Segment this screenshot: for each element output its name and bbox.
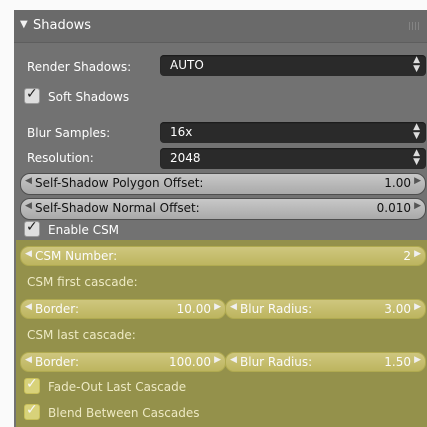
checkmark-icon: ✓	[26, 86, 38, 102]
render-shadows-value: AUTO	[170, 58, 204, 72]
decrement-arrow-icon[interactable]: ◀	[25, 201, 32, 211]
border-value: 10.00	[176, 302, 211, 316]
first-cascade-heading: CSM first cascade:	[27, 275, 138, 289]
polygon-offset-value: 1.00	[384, 176, 411, 190]
decrement-arrow-icon[interactable]: ◀	[25, 355, 32, 365]
csm-number-field[interactable]: ◀ CSM Number: 2 ▶	[20, 246, 426, 266]
updown-arrow-icon: ▲ ▼	[413, 148, 420, 167]
enable-csm-checkbox[interactable]: ✓	[24, 219, 40, 237]
enable-csm-label: Enable CSM	[48, 223, 120, 237]
checkmark-icon: ✓	[26, 402, 38, 418]
csm-number-label: CSM Number:	[35, 249, 118, 263]
decrement-arrow-icon[interactable]: ◀	[25, 176, 32, 186]
triangle-down-icon[interactable]: ▼	[20, 19, 28, 30]
soft-shadows-label: Soft Shadows	[48, 90, 130, 104]
first-cascade-border-field[interactable]: ◀ Border: 10.00 ▶	[20, 299, 226, 319]
blur-radius-label: Blur Radius:	[240, 302, 313, 316]
blend-checkbox[interactable]: ✓	[24, 402, 40, 420]
increment-arrow-icon[interactable]: ▶	[414, 355, 421, 365]
normal-offset-field[interactable]: ◀ Self-Shadow Normal Offset: 0.010 ▶	[20, 198, 426, 220]
render-shadows-label: Render Shadows:	[27, 60, 132, 74]
blur-samples-dropdown[interactable]: 16x ▲ ▼	[160, 122, 426, 143]
increment-arrow-icon[interactable]: ▶	[414, 176, 421, 186]
increment-arrow-icon[interactable]: ▶	[414, 201, 421, 211]
border-label: Border:	[35, 302, 80, 316]
decrement-arrow-icon[interactable]: ◀	[230, 302, 237, 312]
increment-arrow-icon[interactable]: ▶	[414, 249, 421, 259]
increment-arrow-icon[interactable]: ▶	[214, 302, 221, 312]
blur-samples-value: 16x	[170, 125, 193, 139]
fade-out-label: Fade-Out Last Cascade	[48, 380, 187, 394]
normal-offset-label: Self-Shadow Normal Offset:	[35, 201, 200, 215]
panel-title: Shadows	[33, 18, 92, 33]
shadows-panel: ▼ Shadows Render Shadows: AUTO ▲ ▼ ✓ Soft…	[14, 10, 427, 427]
render-shadows-dropdown[interactable]: AUTO ▲ ▼	[160, 55, 426, 76]
blur-radius-value: 3.00	[384, 302, 411, 316]
decrement-arrow-icon[interactable]: ◀	[230, 355, 237, 365]
polygon-offset-label: Self-Shadow Polygon Offset:	[35, 176, 204, 190]
blend-label: Blend Between Cascades	[48, 406, 200, 420]
blur-radius-value: 1.50	[384, 355, 411, 369]
increment-arrow-icon[interactable]: ▶	[414, 302, 421, 312]
last-cascade-blur-radius-field[interactable]: ◀ Blur Radius: 1.50 ▶	[225, 352, 426, 372]
first-cascade-blur-radius-field[interactable]: ◀ Blur Radius: 3.00 ▶	[225, 299, 426, 319]
drag-grip-icon[interactable]	[409, 22, 421, 30]
blur-radius-label: Blur Radius:	[240, 355, 313, 369]
polygon-offset-field[interactable]: ◀ Self-Shadow Polygon Offset: 1.00 ▶	[20, 173, 426, 195]
checkmark-icon: ✓	[26, 219, 38, 235]
border-label: Border:	[35, 355, 80, 369]
resolution-value: 2048	[170, 151, 201, 165]
normal-offset-value: 0.010	[376, 201, 411, 215]
checkmark-icon: ✓	[26, 376, 38, 392]
decrement-arrow-icon[interactable]: ◀	[25, 249, 32, 259]
decrement-arrow-icon[interactable]: ◀	[25, 302, 32, 312]
fade-out-checkbox[interactable]: ✓	[24, 376, 40, 394]
blur-samples-label: Blur Samples:	[27, 126, 111, 140]
resolution-dropdown[interactable]: 2048 ▲ ▼	[160, 148, 426, 169]
updown-arrow-icon: ▲ ▼	[413, 55, 420, 74]
last-cascade-heading: CSM last cascade:	[27, 328, 136, 342]
last-cascade-border-field[interactable]: ◀ Border: 100.00 ▶	[20, 352, 226, 372]
csm-number-value: 2	[403, 249, 411, 263]
panel-header[interactable]: ▼ Shadows	[14, 10, 427, 43]
resolution-label: Resolution:	[27, 151, 94, 165]
updown-arrow-icon: ▲ ▼	[413, 122, 420, 141]
border-value: 100.00	[169, 355, 211, 369]
increment-arrow-icon[interactable]: ▶	[214, 355, 221, 365]
soft-shadows-checkbox[interactable]: ✓	[24, 86, 40, 104]
